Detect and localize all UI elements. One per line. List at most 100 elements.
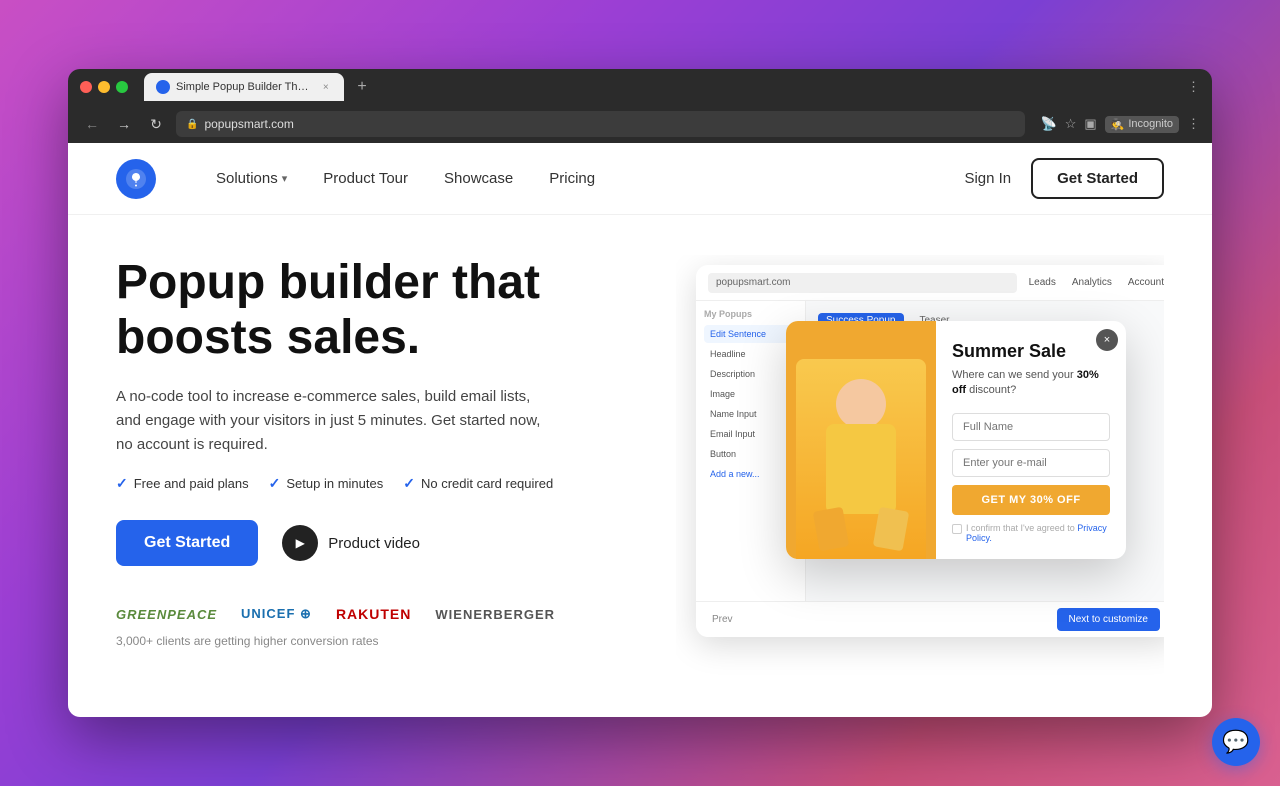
logo-svg [124,167,148,191]
nav-product-tour[interactable]: Product Tour [323,170,408,187]
minimize-window-button[interactable] [98,81,110,93]
new-tab-button[interactable]: + [348,73,376,101]
greenpeace-logo: Greenpeace [116,607,217,622]
toolbar-icons: 📡 ☆ ▣ 🕵 Incognito ⋮ [1041,116,1201,133]
tab-favicon [156,80,170,94]
dash-nav-account: Account [1128,277,1164,288]
brand-logos: Greenpeace unicef ⊕ Rakuten wienerberger [116,606,636,622]
address-bar[interactable]: 🔒 popupsmart.com [176,111,1025,137]
cast-icon[interactable]: 📡 [1041,116,1057,132]
navigation: Solutions ▾ Product Tour Showcase Pricin… [68,143,1212,215]
back-button[interactable]: ← [80,112,104,136]
checkmark-icon-3: ✓ [403,475,415,492]
hero-left: Popup builder that boosts sales. A no-co… [116,255,636,697]
clients-text: 3,000+ clients are getting higher conver… [116,634,636,648]
check-no-card: ✓ No credit card required [403,475,553,492]
shopping-bag-2 [873,506,909,551]
popup-form: Summer Sale Where can we send your 30% o… [936,321,1126,559]
sidebar-icon[interactable]: ▣ [1084,116,1096,132]
dash-sidebar-add: Add a new... [704,465,797,483]
incognito-icon: 🕵 [1111,118,1125,131]
consent-checkbox[interactable] [952,524,962,534]
traffic-lights [80,81,128,93]
dash-nav-leads: Leads [1029,277,1056,288]
chat-widget-button[interactable]: 💬 [1212,718,1260,766]
popup-title: Summer Sale [952,341,1110,362]
nav-actions: Sign In Get Started [964,158,1164,199]
person-body [826,424,896,514]
popup-subtitle: Where can we send your 30% off discount? [952,368,1110,399]
popup-close-button[interactable]: × [1096,329,1118,351]
dashboard-header: popupsmart.com Leads Analytics Account [696,265,1164,301]
popup-consent-text: I confirm that I've agreed to Privacy Po… [966,523,1110,543]
browser-menu-icon[interactable]: ⋮ [1187,79,1200,95]
popup-name-input[interactable] [952,413,1110,441]
dashboard-preview: popupsmart.com Leads Analytics Account M… [696,265,1164,637]
wienerberger-logo: wienerberger [435,607,555,622]
tab-title: Simple Popup Builder That Bo... [176,81,314,93]
dash-sidebar-headline: Headline [704,345,797,363]
maximize-window-button[interactable] [116,81,128,93]
dash-sidebar-description: Description [704,365,797,383]
forward-button[interactable]: → [112,112,136,136]
dashboard-body: My Popups Edit Sentence Headline Descrip… [696,301,1164,601]
url-text: popupsmart.com [204,117,293,131]
browser-titlebar: Simple Popup Builder That Bo... × + ⋮ [68,69,1212,105]
browser-window: Simple Popup Builder That Bo... × + ⋮ ← … [68,69,1212,717]
nav-pricing[interactable]: Pricing [549,170,595,187]
person-head [836,379,886,429]
hero-title: Popup builder that boosts sales. [116,255,636,365]
reload-button[interactable]: ↻ [144,112,168,136]
dash-my-popups: My Popups [704,309,797,319]
get-started-hero-button[interactable]: Get Started [116,520,258,566]
dash-sidebar-emailinput: Email Input [704,425,797,443]
chat-icon: 💬 [1222,729,1249,755]
dashboard-bottom-bar: Prev Next to customize [696,601,1164,637]
popup-image [786,321,936,559]
site-logo[interactable] [116,159,156,199]
popup-person-image [796,359,926,559]
video-label: Product video [328,535,420,552]
page-content: Solutions ▾ Product Tour Showcase Pricin… [68,143,1212,717]
tab-bar: Simple Popup Builder That Bo... × + [144,73,1179,101]
popup-consent: I confirm that I've agreed to Privacy Po… [952,523,1110,543]
tab-close-icon[interactable]: × [320,80,332,94]
feature-checks: ✓ Free and paid plans ✓ Setup in minutes… [116,475,636,492]
dash-sidebar-button: Button [704,445,797,463]
incognito-label: Incognito [1128,118,1173,130]
dash-nav-analytics: Analytics [1072,277,1112,288]
active-tab[interactable]: Simple Popup Builder That Bo... × [144,73,344,101]
dash-next-button[interactable]: Next to customize [1057,608,1160,631]
check-free-plans: ✓ Free and paid plans [116,475,249,492]
dash-prev-label: Prev [712,614,733,625]
nav-showcase[interactable]: Showcase [444,170,513,187]
sign-in-link[interactable]: Sign In [964,170,1011,187]
dash-sidebar-image: Image [704,385,797,403]
popup-body: Summer Sale Where can we send your 30% o… [786,321,1126,559]
dashboard-url: popupsmart.com [708,273,1017,293]
popup-cta-button[interactable]: GET MY 30% OFF [952,485,1110,515]
check-setup: ✓ Setup in minutes [269,475,384,492]
dashboard-nav: Leads Analytics Account [1029,277,1164,288]
browser-menu-dots[interactable]: ⋮ [1187,116,1200,132]
product-video-link[interactable]: ▶ Product video [282,525,420,561]
checkmark-icon-2: ✓ [269,475,281,492]
lock-icon: 🔒 [186,119,198,130]
popup-modal: × [786,321,1126,559]
close-window-button[interactable] [80,81,92,93]
bookmark-icon[interactable]: ☆ [1065,116,1077,132]
incognito-badge: 🕵 Incognito [1105,116,1179,133]
rakuten-logo: Rakuten [336,606,411,622]
hero-buttons: Get Started ▶ Product video [116,520,636,566]
dash-sidebar-nameinput: Name Input [704,405,797,423]
nav-links: Solutions ▾ Product Tour Showcase Pricin… [216,170,924,187]
play-icon: ▶ [282,525,318,561]
dash-sidebar-edit: Edit Sentence [704,325,797,343]
unicef-logo: unicef ⊕ [241,606,312,622]
popup-email-input[interactable] [952,449,1110,477]
hero-right: popupsmart.com Leads Analytics Account M… [676,255,1164,697]
hero-section: Popup builder that boosts sales. A no-co… [68,215,1212,717]
get-started-nav-button[interactable]: Get Started [1031,158,1164,199]
nav-solutions[interactable]: Solutions ▾ [216,170,287,187]
hero-description: A no-code tool to increase e-commerce sa… [116,385,556,457]
